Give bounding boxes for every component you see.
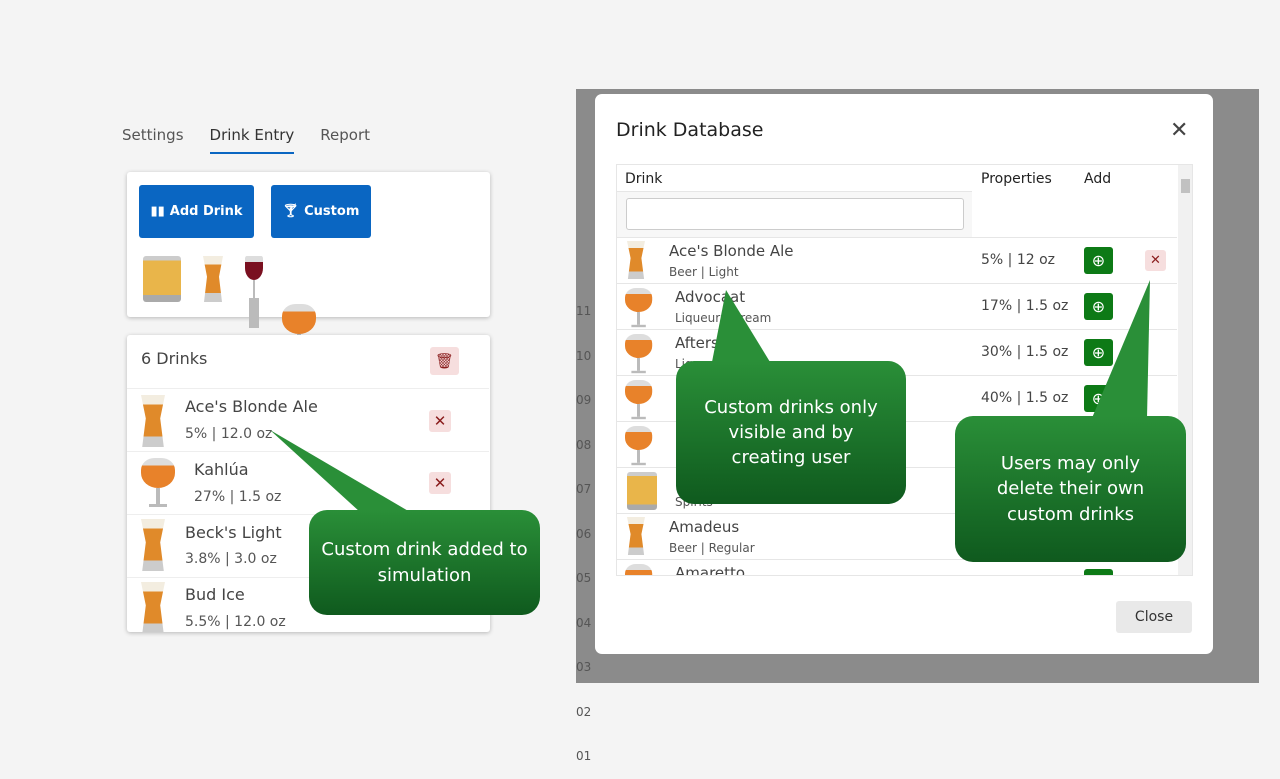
axis-tick-label: 01 bbox=[576, 749, 592, 763]
callout-tail-visible bbox=[712, 290, 770, 362]
callout-tail-delete bbox=[1092, 280, 1150, 418]
callout-custom-drink-added: Custom drink added to simulation bbox=[309, 510, 540, 615]
callout-custom-drinks-visible: Custom drinks only visible and by creati… bbox=[676, 361, 906, 504]
callout-delete-own: Users may only delete their own custom d… bbox=[955, 416, 1186, 562]
callout-tail-added bbox=[270, 430, 410, 512]
callout-tails bbox=[270, 280, 1150, 512]
